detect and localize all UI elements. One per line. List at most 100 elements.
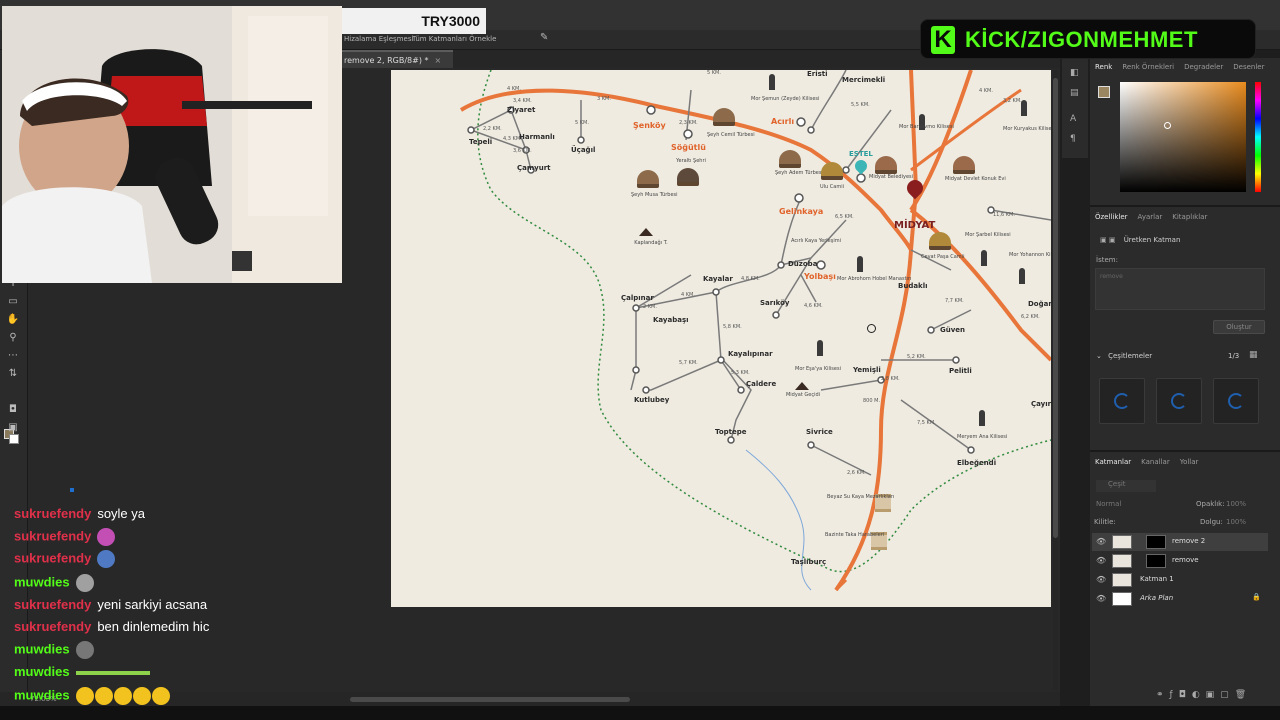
tab-renk-ornekleri[interactable]: Renk Örnekleri	[1117, 59, 1179, 75]
map-village-budakli: Budaklı	[898, 282, 928, 290]
prompt-textarea[interactable]: remove	[1095, 268, 1265, 310]
mountain-icon	[639, 228, 653, 236]
webcam-image	[2, 6, 342, 283]
eye-icon[interactable]: 👁	[1096, 594, 1106, 603]
paragraph-icon[interactable]: ¶	[1070, 134, 1080, 144]
church-icon	[857, 256, 863, 272]
layer-mask-thumbnail[interactable]	[1146, 535, 1166, 549]
church-icon	[979, 410, 985, 426]
layer-row-arka-plan[interactable]: 👁 Arka Plan 🔒	[1092, 590, 1268, 608]
opacity-value[interactable]: 100%	[1226, 500, 1246, 508]
eye-icon[interactable]: 👁	[1096, 556, 1106, 565]
brush-settings-icon[interactable]: ✎	[540, 32, 548, 43]
swap-colors-icon[interactable]: ⇅	[6, 368, 20, 380]
cave-icon	[677, 168, 699, 186]
eye-icon[interactable]: 👁	[1096, 537, 1106, 546]
kick-channel-banner: K KİCK/ZIGONMEHMET	[920, 19, 1256, 59]
sample-all-layers-option[interactable]: Tüm Katmanları Örnekle	[412, 35, 496, 43]
distance-label: 4,3 KM.	[503, 136, 522, 142]
tab-kitapliklar[interactable]: Kitaplıklar	[1167, 209, 1212, 225]
distance-label: 5 KM.	[707, 70, 721, 76]
emote-bar	[75, 670, 150, 675]
color-picker-handle[interactable]	[1164, 122, 1171, 129]
variations-count: 1/3	[1228, 352, 1240, 360]
vertical-scrollbar[interactable]	[1053, 70, 1058, 690]
tab-ozellikler[interactable]: Özellikler	[1090, 209, 1133, 225]
stream-screen: Hizalama Eşleşmesi Tüm Katmanları Örnekl…	[0, 0, 1280, 720]
document-tab[interactable]: remove 2, RGB/8#) * ×	[340, 50, 454, 68]
tab-desenler[interactable]: Desenler	[1228, 59, 1269, 75]
map-village-duzoba: Düzoba	[788, 260, 818, 268]
tab-renk[interactable]: Renk	[1090, 59, 1117, 75]
fill-value[interactable]: 100%	[1226, 518, 1246, 526]
layer-row-remove[interactable]: 👁 remove	[1092, 552, 1268, 570]
tab-yollar[interactable]: Yollar	[1175, 454, 1204, 470]
comments-icon[interactable]: ▤	[1070, 88, 1080, 98]
chat-overlay: sukruefendy soyle ya sukruefendy sukruefe…	[8, 488, 338, 706]
tab-ayarlar[interactable]: Ayarlar	[1133, 209, 1168, 225]
variations-header[interactable]: ⌄ Çeşitlemeler	[1096, 352, 1152, 360]
current-color-swatch[interactable]	[1098, 86, 1110, 98]
emote-icon	[75, 641, 94, 659]
layer-thumbnail	[1112, 573, 1132, 587]
distance-label: 2,2 KM.	[483, 126, 502, 132]
map-village-calpinar: Çalpınar	[621, 294, 654, 302]
hand-tool-icon[interactable]: ✋	[6, 314, 20, 326]
variation-thumbnail[interactable]	[1099, 378, 1145, 424]
chat-message: sukruefendy yeni sarkiyi acsana	[14, 597, 207, 612]
vertical-scroll-thumb[interactable]	[1053, 78, 1058, 538]
character-icon[interactable]: A	[1070, 114, 1080, 124]
map-town-sogutlu: Söğütlü	[671, 143, 706, 152]
variation-thumbnail[interactable]	[1156, 378, 1202, 424]
tab-kanallar[interactable]: Kanallar	[1136, 454, 1175, 470]
color-panel-tabs: Renk Renk Örnekleri Degradeler Desenler	[1090, 59, 1280, 75]
close-tab-icon[interactable]: ×	[435, 56, 442, 65]
layer-thumbnail	[1112, 554, 1132, 568]
screen-mode-icon[interactable]: ▣	[6, 422, 20, 434]
poi-mor-esaya: Mor Eşa'ya Kilisesi	[795, 366, 841, 372]
map-village-taslibucs: Taşlıburç	[791, 558, 827, 566]
distance-label: 4,6 KM.	[804, 303, 823, 309]
alignment-option[interactable]: Hizalama Eşleşmesi	[344, 35, 413, 43]
rectangle-tool-icon[interactable]: ▭	[6, 296, 20, 308]
blend-mode-select[interactable]: Normal	[1096, 500, 1176, 508]
chat-username: sukruefendy	[14, 597, 92, 612]
poi-mor-barsavmo: Mor Barsavmo Kilisesi	[899, 124, 954, 130]
eye-icon[interactable]: 👁	[1096, 575, 1106, 584]
cursor-prohibited-icon	[867, 324, 876, 333]
map-village-ucagil: Üçağıl	[571, 146, 596, 154]
map-village-kutlubey: Kutlubey	[634, 396, 670, 404]
layer-filter-input[interactable]: Çeşit	[1096, 480, 1156, 492]
distance-label: 2,8 KM.	[881, 376, 900, 382]
distance-label: 4 KM.	[979, 88, 993, 94]
distance-label: 6,2 KM.	[1021, 314, 1040, 320]
layer-row-remove-2[interactable]: 👁 remove 2	[1092, 533, 1268, 551]
hue-slider[interactable]	[1255, 82, 1261, 192]
history-icon[interactable]: ◧	[1070, 68, 1080, 78]
background-color-swatch[interactable]	[9, 434, 19, 444]
map-town-gelinkaya: Gelinkaya	[779, 207, 824, 216]
poi-meryem-ana: Meryem Ana Kilisesi	[957, 434, 1008, 440]
distance-label: 3,4 KM.	[513, 98, 532, 104]
chat-message: muwdies	[14, 641, 94, 659]
layer-mask-thumbnail[interactable]	[1146, 554, 1166, 568]
distance-label: 4,8 KM.	[741, 276, 760, 282]
tab-katmanlar[interactable]: Katmanlar	[1090, 454, 1136, 470]
map-document[interactable]: Şenköy Söğütlü Acırlı Gelinkaya Yolbaşı …	[391, 70, 1051, 607]
generative-layer-icon: ▣ ▣	[1100, 236, 1116, 244]
color-picker-field[interactable]	[1120, 82, 1246, 192]
more-tools-icon[interactable]: ⋯	[6, 350, 20, 362]
panel-dock-icons: ◧ ▤ A ¶	[1062, 58, 1088, 158]
generate-button[interactable]: Oluştur	[1213, 320, 1265, 334]
map-village-toptepe: Toptepe	[715, 428, 747, 436]
variation-thumbnail[interactable]	[1213, 378, 1259, 424]
grid-view-icon[interactable]: ▦	[1249, 350, 1258, 360]
horizontal-scrollbar[interactable]	[350, 697, 630, 702]
quick-mask-icon[interactable]: ◘	[6, 404, 20, 416]
tab-degradeler[interactable]: Degradeler	[1179, 59, 1228, 75]
layer-actions-icons[interactable]: ⚭ƒ◘◐▣▢🗑	[1156, 690, 1252, 700]
panel-divider	[1090, 205, 1280, 207]
chat-username: sukruefendy	[14, 506, 92, 521]
zoom-tool-icon[interactable]: ⚲	[6, 332, 20, 344]
layer-row-katman-1[interactable]: 👁 Katman 1	[1092, 571, 1268, 589]
